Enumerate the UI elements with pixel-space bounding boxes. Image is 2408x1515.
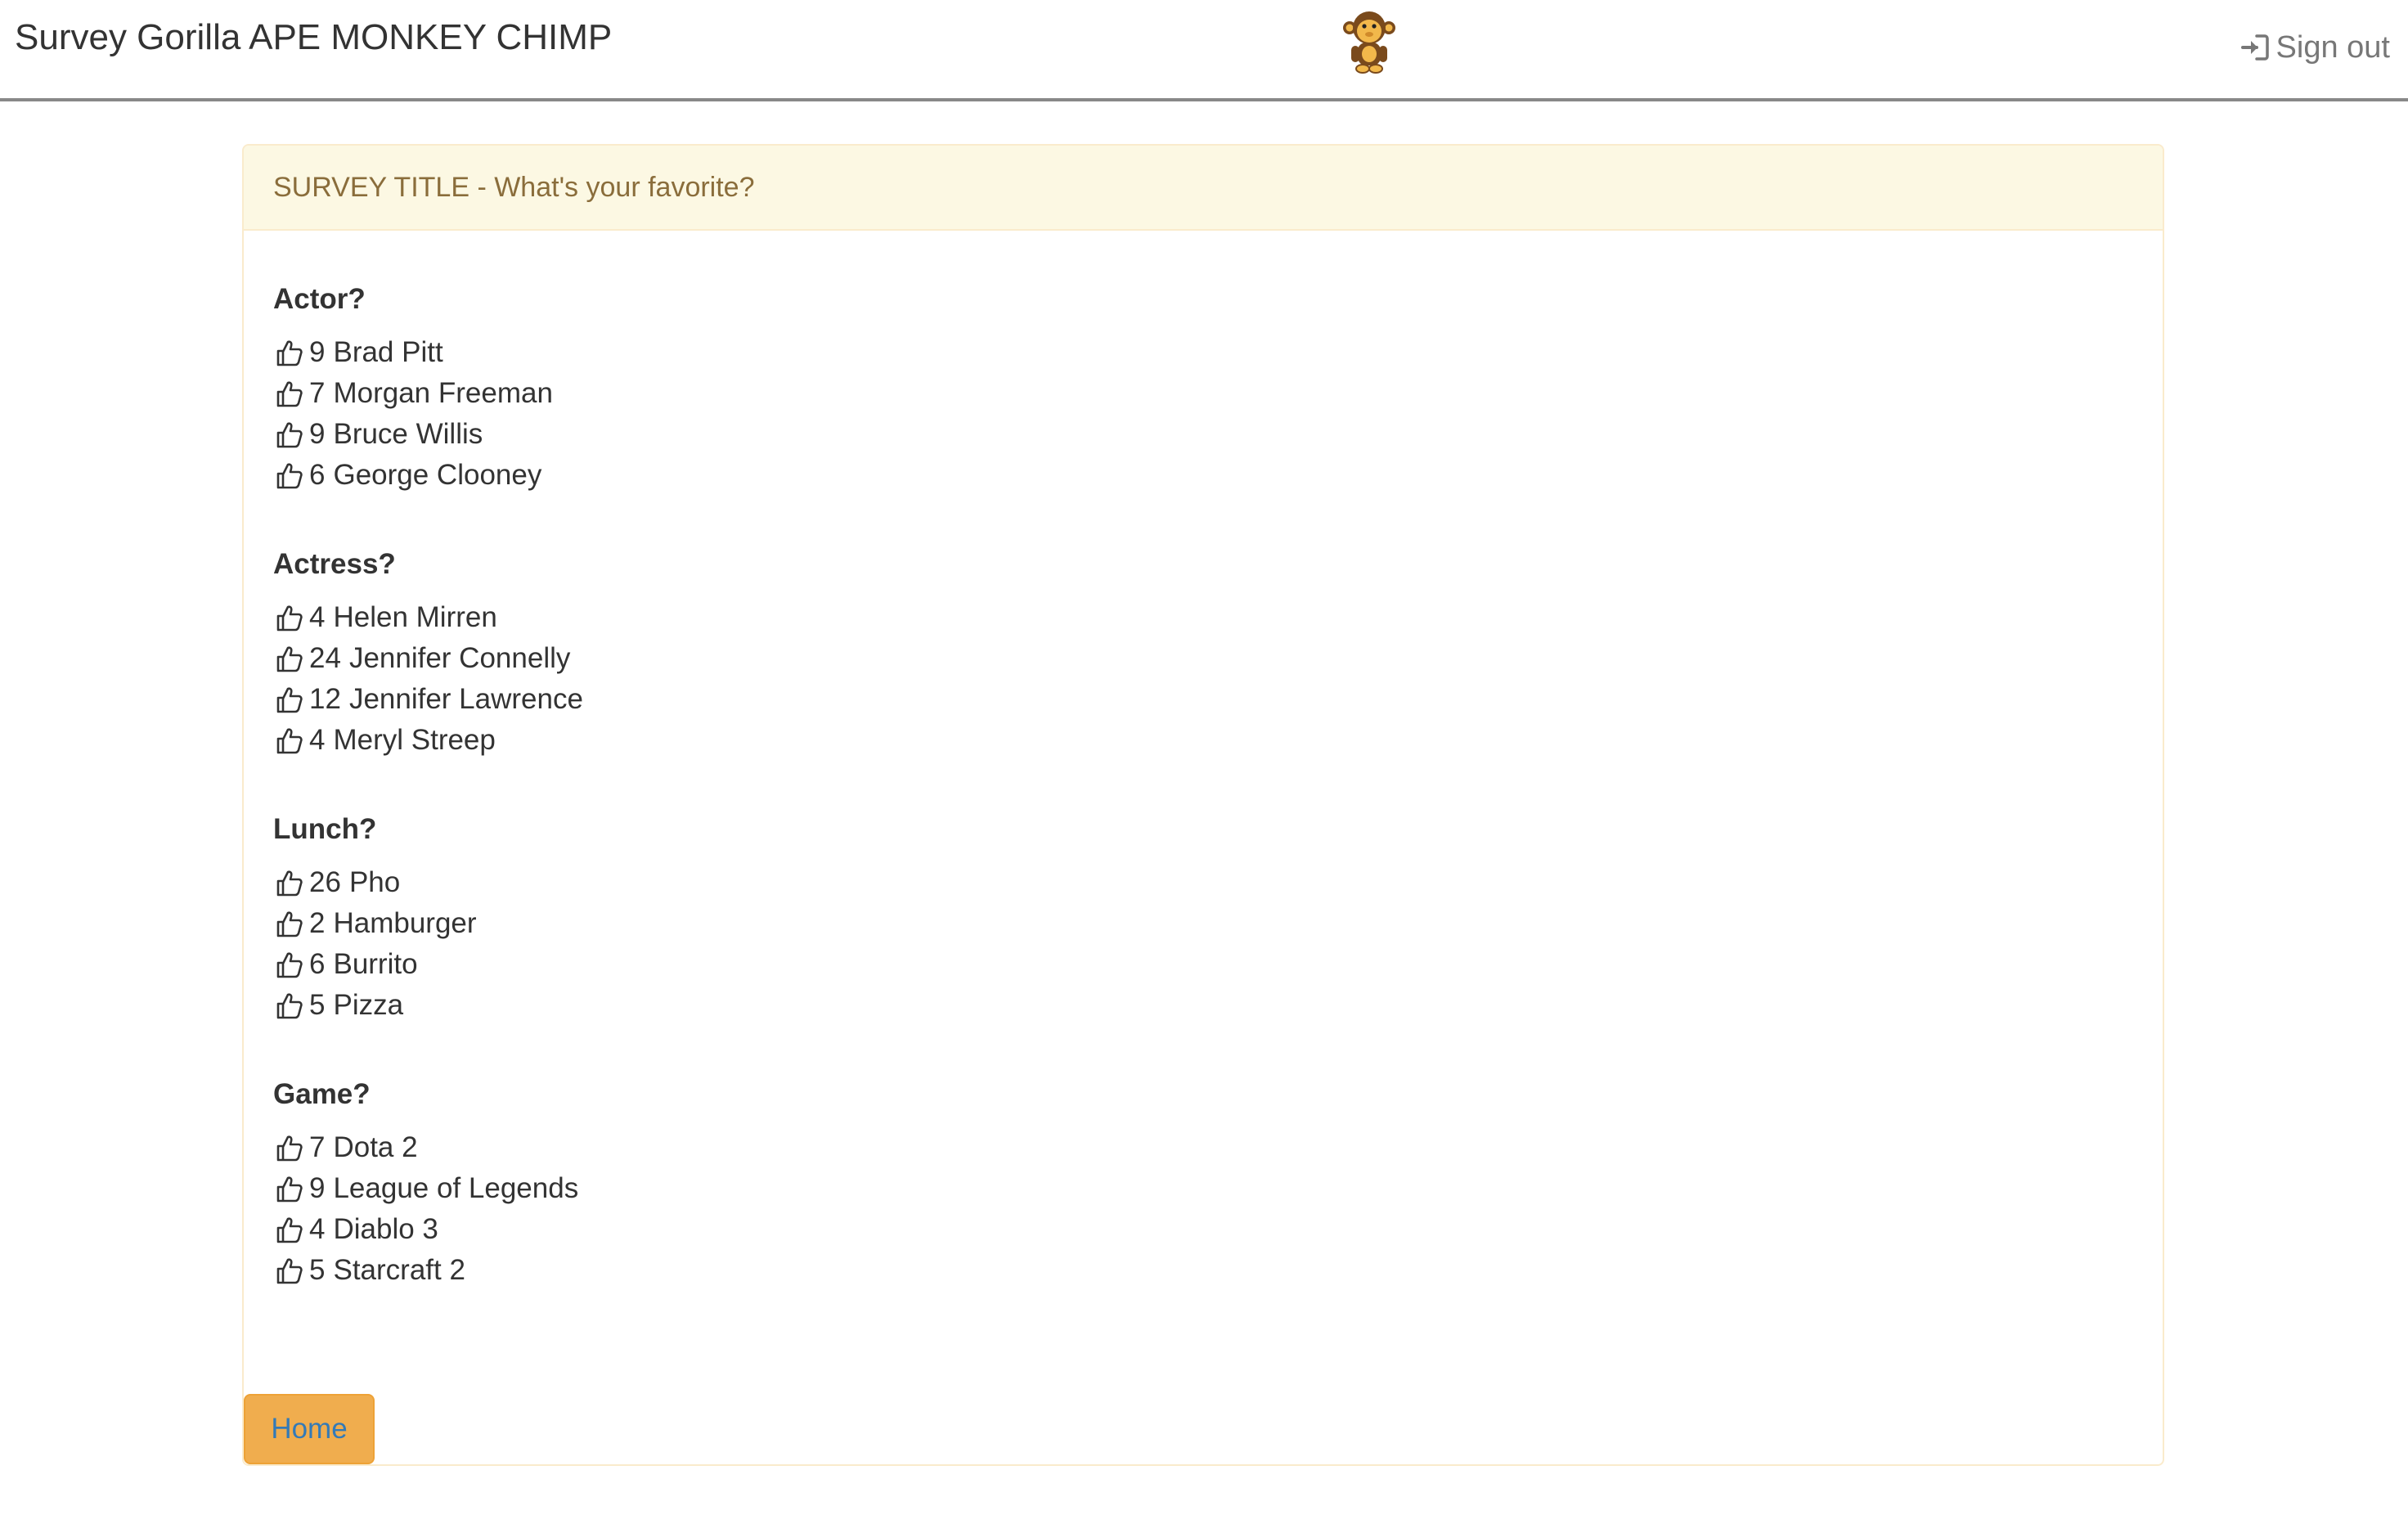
thumbs-up-icon[interactable] <box>273 602 304 633</box>
app-title[interactable]: Survey Gorilla APE MONKEY CHIMP <box>15 15 612 61</box>
sign-out-label: Sign out <box>2275 29 2390 65</box>
answer-row: 5 Pizza <box>273 985 2133 1026</box>
answer-row: 6 Burrito <box>273 944 2133 985</box>
answer-label: Burrito <box>333 948 418 980</box>
vote-count: 6 <box>309 948 326 980</box>
question-title: Actor? <box>273 283 366 315</box>
vote-count: 4 <box>309 601 326 633</box>
vote-count: 4 <box>309 724 326 756</box>
answer-label: Diablo 3 <box>333 1213 438 1245</box>
sign-in-arrow-icon <box>2239 31 2271 64</box>
answer-row: 26 Pho <box>273 862 2133 903</box>
answer-label: Bruce Willis <box>333 418 483 450</box>
answer-row: 2 Hamburger <box>273 903 2133 944</box>
thumbs-up-icon[interactable] <box>273 460 304 491</box>
thumbs-up-icon[interactable] <box>273 337 304 368</box>
question-block: Lunch? 26 Pho 2 Hamburger 6 Burrito 5 Pizza <box>273 810 2133 1026</box>
answer-label: Jennifer Lawrence <box>348 683 583 715</box>
answer-row: 6 George Clooney <box>273 455 2133 496</box>
question-title: Lunch? <box>273 813 377 845</box>
vote-count: 9 <box>309 418 326 450</box>
answer-row: 4 Diablo 3 <box>273 1209 2133 1250</box>
vote-count: 6 <box>309 459 326 491</box>
vote-count: 5 <box>309 989 326 1021</box>
answer-row: 7 Dota 2 <box>273 1127 2133 1168</box>
question-title: Game? <box>273 1078 371 1110</box>
survey-panel: SURVEY TITLE - What's your favorite? Act… <box>242 144 2164 1466</box>
thumbs-up-icon[interactable] <box>273 1255 304 1286</box>
answer-row: 12 Jennifer Lawrence <box>273 679 2133 720</box>
thumbs-up-icon[interactable] <box>273 725 304 756</box>
answer-label: Jennifer Connelly <box>348 642 571 674</box>
vote-count: 7 <box>309 377 326 409</box>
answer-row: 24 Jennifer Connelly <box>273 638 2133 679</box>
answer-row: 9 Brad Pitt <box>273 332 2133 373</box>
answer-label: George Clooney <box>333 459 542 491</box>
thumbs-up-icon[interactable] <box>273 949 304 980</box>
answer-label: Hamburger <box>333 907 477 939</box>
vote-count: 5 <box>309 1254 326 1286</box>
thumbs-up-icon[interactable] <box>273 684 304 715</box>
answer-row: 4 Helen Mirren <box>273 597 2133 638</box>
thumbs-up-icon[interactable] <box>273 419 304 450</box>
answer-row: 5 Starcraft 2 <box>273 1250 2133 1291</box>
vote-count: 2 <box>309 907 326 939</box>
vote-count: 4 <box>309 1213 326 1245</box>
thumbs-up-icon[interactable] <box>273 1214 304 1245</box>
answer-row: 9 Bruce Willis <box>273 414 2133 455</box>
top-navbar: Survey Gorilla APE MONKEY CHIMP Sign out <box>0 0 2408 101</box>
vote-count: 26 <box>309 866 341 898</box>
vote-count: 9 <box>309 336 326 368</box>
question-title: Actress? <box>273 548 396 580</box>
answer-label: Pho <box>348 866 401 898</box>
question-block: Game? 7 Dota 2 9 League of Legends 4 Diablo 35… <box>273 1075 2133 1291</box>
answer-row: 9 League of Legends <box>273 1168 2133 1209</box>
question-block: Actor? 9 Brad Pitt 7 Morgan Freeman 9 Bruce Wi… <box>273 280 2133 496</box>
thumbs-up-icon[interactable] <box>273 643 304 674</box>
vote-count: 9 <box>309 1172 326 1204</box>
monkey-mascot-icon <box>1341 10 1397 75</box>
thumbs-up-icon[interactable] <box>273 990 304 1021</box>
question-block: Actress? 4 Helen Mirren 24 Jennifer Connelly… <box>273 545 2133 761</box>
thumbs-up-icon[interactable] <box>273 1173 304 1204</box>
vote-count: 12 <box>309 683 341 715</box>
thumbs-up-icon[interactable] <box>273 867 304 898</box>
answer-label: Pizza <box>333 989 404 1021</box>
thumbs-up-icon[interactable] <box>273 378 304 409</box>
answer-label: Dota 2 <box>333 1131 418 1163</box>
answer-row: 7 Morgan Freeman <box>273 373 2133 414</box>
answer-label: Helen Mirren <box>333 601 497 633</box>
answer-label: Brad Pitt <box>333 336 443 368</box>
home-button[interactable]: Home <box>244 1394 375 1464</box>
answer-label: Starcraft 2 <box>333 1254 465 1286</box>
answer-label: League of Legends <box>333 1172 579 1204</box>
vote-count: 7 <box>309 1131 326 1163</box>
thumbs-up-icon[interactable] <box>273 908 304 939</box>
survey-title: SURVEY TITLE - What's your favorite? <box>244 146 2163 231</box>
answer-label: Meryl Streep <box>333 724 496 756</box>
survey-body: Actor? 9 Brad Pitt 7 Morgan Freeman 9 Bruce Wi… <box>244 280 2163 1291</box>
vote-count: 24 <box>309 642 341 674</box>
answer-label: Morgan Freeman <box>333 377 553 409</box>
thumbs-up-icon[interactable] <box>273 1132 304 1163</box>
sign-out-button[interactable]: Sign out <box>2239 28 2390 67</box>
answer-row: 4 Meryl Streep <box>273 720 2133 761</box>
